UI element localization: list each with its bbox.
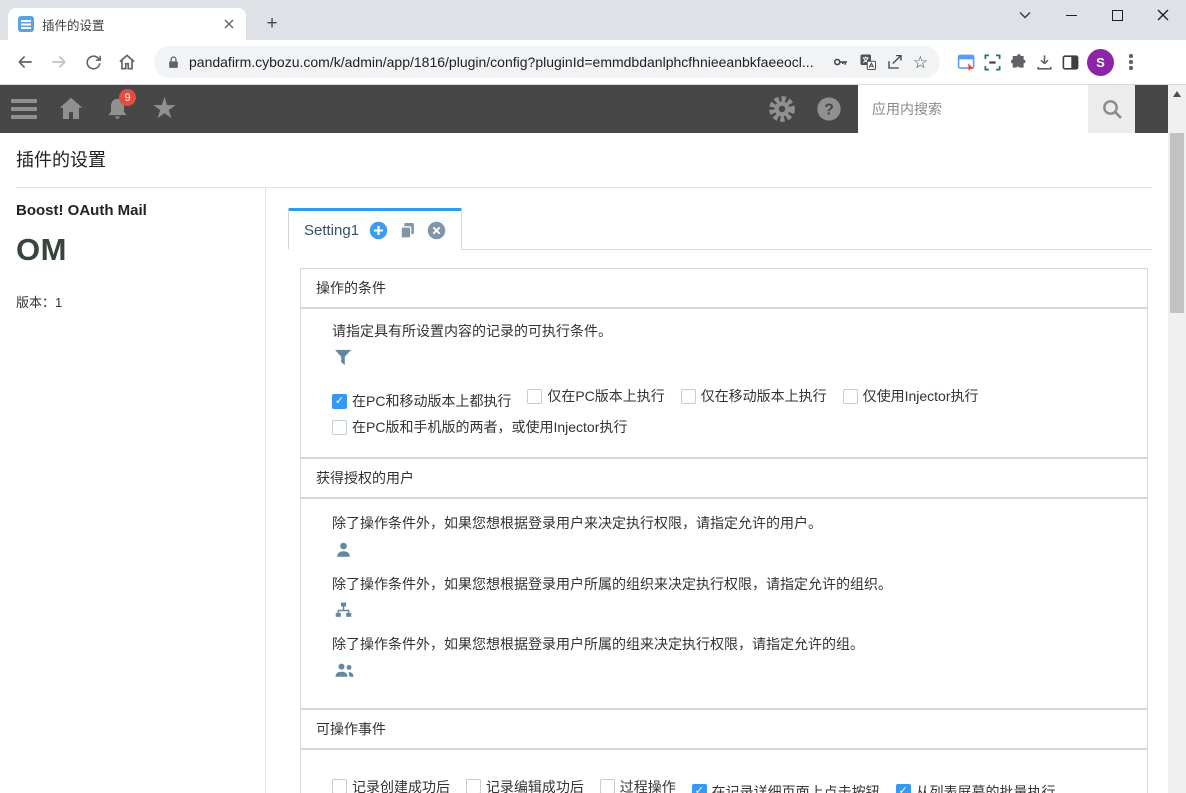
reload-icon[interactable] (76, 45, 110, 79)
page-title: 插件的设置 (16, 150, 106, 170)
plugin-name: Boost! OAuth Mail (16, 202, 147, 219)
translate-icon[interactable] (859, 53, 877, 71)
checkbox-box[interactable] (895, 784, 911, 793)
scrollbar-up-arrow[interactable] (1168, 85, 1186, 102)
browser-window: 插件的设置 + pandafirm.cybozu.com/k/admin/app… (0, 0, 1186, 793)
side-panel-icon[interactable] (1061, 53, 1080, 72)
profile-avatar[interactable]: S (1087, 48, 1114, 76)
downloads-icon[interactable] (1035, 53, 1054, 72)
user-icon[interactable] (334, 540, 353, 560)
group-icon[interactable] (334, 661, 355, 679)
page-favicon-icon (18, 16, 34, 32)
tab-close-icon[interactable] (220, 15, 238, 33)
section-header-events: 可操作事件 (300, 708, 1148, 749)
checkbox-box[interactable] (527, 388, 543, 404)
home-icon[interactable] (110, 45, 144, 79)
organization-icon[interactable] (334, 601, 353, 620)
window-maximize-button[interactable] (1094, 0, 1140, 30)
add-setting-icon[interactable] (368, 220, 389, 241)
checkbox-box[interactable] (465, 779, 481, 793)
url-text[interactable]: pandafirm.cybozu.com/k/admin/app/1816/pl… (189, 54, 823, 70)
app-search-input[interactable] (858, 85, 1088, 133)
checkbox-box[interactable] (680, 388, 696, 404)
extension-window-icon[interactable] (957, 53, 976, 72)
back-icon[interactable] (8, 45, 42, 79)
capture-tool-icon[interactable] (983, 53, 1002, 72)
in-app-search (858, 85, 1135, 133)
checkbox-box[interactable] (332, 393, 347, 409)
portal-home-icon[interactable] (47, 85, 94, 133)
checkbox-detail-page-button[interactable]: 在记录详细页面上点击按钮 (691, 779, 880, 793)
plugin-config-page: 插件的设置 Boost! OAuth Mail OM 版本：1 Setting1 (0, 133, 1168, 793)
section-body-events: 记录创建成功后 记录编辑成功后 过程操作 ✓ 在记录详细页面上点击按钮 ✓ 从列… (300, 748, 1148, 793)
browser-menu-icon[interactable] (1121, 50, 1141, 74)
notification-badge: 9 (119, 89, 136, 106)
checkbox-box[interactable] (691, 784, 707, 793)
forward-icon[interactable] (42, 45, 76, 79)
app-header: 9 ★ ? (0, 85, 1168, 133)
share-icon[interactable] (886, 53, 904, 71)
address-bar[interactable]: pandafirm.cybozu.com/k/admin/app/1816/pl… (154, 46, 940, 78)
search-button[interactable] (1088, 85, 1135, 133)
window-close-button[interactable] (1140, 0, 1186, 30)
password-key-icon[interactable] (832, 53, 850, 71)
authorized-orgs-item: 除了操作条件外，如果您想根据登录用户所属的组织来决定执行权限，请指定允许的组织。 (332, 575, 1131, 625)
settings-tab-bar: Setting1 (288, 208, 1152, 250)
app-menu-icon[interactable] (0, 85, 47, 133)
plugin-logo: OM (16, 232, 67, 267)
condition-checkboxes: 在PC和移动版本上都执行 仅在PC版本上执行 仅在移动版本上执行 (332, 383, 1131, 443)
bookmark-star-icon[interactable]: ☆ (913, 54, 928, 71)
checkbox-after-record-edit[interactable]: 记录编辑成功后 (465, 774, 584, 793)
checkbox-run-mobile-only[interactable]: 仅在移动版本上执行 (680, 383, 827, 409)
browser-toolbar: pandafirm.cybozu.com/k/admin/app/1816/pl… (0, 40, 1186, 85)
checkbox-run-both-or-injector[interactable]: 在PC版和手机版的两者，或使用Injector执行 (332, 414, 627, 440)
page-scrollbar[interactable] (1168, 85, 1186, 793)
conditions-description: 请指定具有所设置内容的记录的可执行条件。 (332, 323, 612, 339)
copy-setting-icon[interactable] (398, 221, 417, 240)
checkbox-box[interactable] (842, 388, 858, 404)
scrollbar-thumb[interactable] (1170, 133, 1184, 313)
checkbox-run-pc-only[interactable]: 仅在PC版本上执行 (527, 383, 665, 409)
section-header-authorized-users: 获得授权的用户 (300, 457, 1148, 498)
svg-text:?: ? (824, 101, 834, 118)
help-icon[interactable]: ? (805, 85, 852, 133)
tab-setting1[interactable]: Setting1 (288, 208, 463, 250)
checkbox-process-action[interactable]: 过程操作 (599, 774, 676, 793)
settings-gear-icon[interactable] (758, 85, 805, 133)
filter-icon[interactable] (334, 349, 352, 366)
checkbox-run-injector-only[interactable]: 仅使用Injector执行 (842, 383, 979, 409)
browser-tabstrip: 插件的设置 + (0, 0, 1186, 40)
checkbox-box[interactable] (332, 779, 347, 793)
extensions-puzzle-icon[interactable] (1009, 53, 1028, 72)
delete-setting-icon[interactable] (426, 220, 447, 241)
favorites-star-icon[interactable]: ★ (141, 85, 188, 133)
window-controls (1002, 0, 1186, 30)
browser-tab[interactable]: 插件的设置 (8, 8, 246, 40)
section-body-authorized-users: 除了操作条件外，如果您想根据登录用户来决定执行权限，请指定允许的用户。 除了操作… (300, 497, 1148, 709)
plugin-settings-main: Setting1 操作的条件 请指定具有所设置内容的记录的可执行条件。 ✓ 在P… (266, 188, 1168, 793)
new-tab-button[interactable]: + (258, 10, 286, 38)
checkbox-box[interactable] (332, 419, 347, 435)
tab-setting1-label: Setting1 (304, 221, 360, 239)
checkbox-after-record-create[interactable]: 记录创建成功后 (332, 774, 450, 793)
checkbox-run-pc-and-mobile[interactable]: 在PC和移动版本上都执行 (332, 388, 511, 414)
toolbar-extensions-area: S (950, 48, 1141, 76)
checkbox-box[interactable] (599, 779, 615, 793)
authorized-users-item: 除了操作条件外，如果您想根据登录用户来决定执行权限，请指定允许的用户。 (332, 514, 1131, 565)
lock-icon (167, 55, 180, 70)
plugin-version: 版本：1 (16, 295, 63, 310)
authorized-groups-item: 除了操作条件外，如果您想根据登录用户所属的组来决定执行权限，请指定允许的组。 (332, 635, 1131, 684)
window-minimize-button[interactable] (1048, 0, 1094, 30)
tab-search-chevron-icon[interactable] (1002, 0, 1048, 30)
notifications-bell-icon[interactable]: 9 (94, 85, 141, 133)
section-body-conditions: 请指定具有所设置内容的记录的可执行条件。 在PC和移动版本上都执行 (300, 308, 1148, 458)
event-checkboxes: 记录创建成功后 记录编辑成功后 过程操作 ✓ 在记录详细页面上点击按钮 ✓ 从列… (332, 774, 1131, 793)
plugin-sidebar: Boost! OAuth Mail OM 版本：1 (0, 188, 266, 793)
checkbox-bulk-from-list[interactable]: 从列表屏幕的批量执行 (895, 779, 1056, 793)
section-header-conditions: 操作的条件 (300, 268, 1148, 308)
tab-title: 插件的设置 (42, 18, 105, 33)
